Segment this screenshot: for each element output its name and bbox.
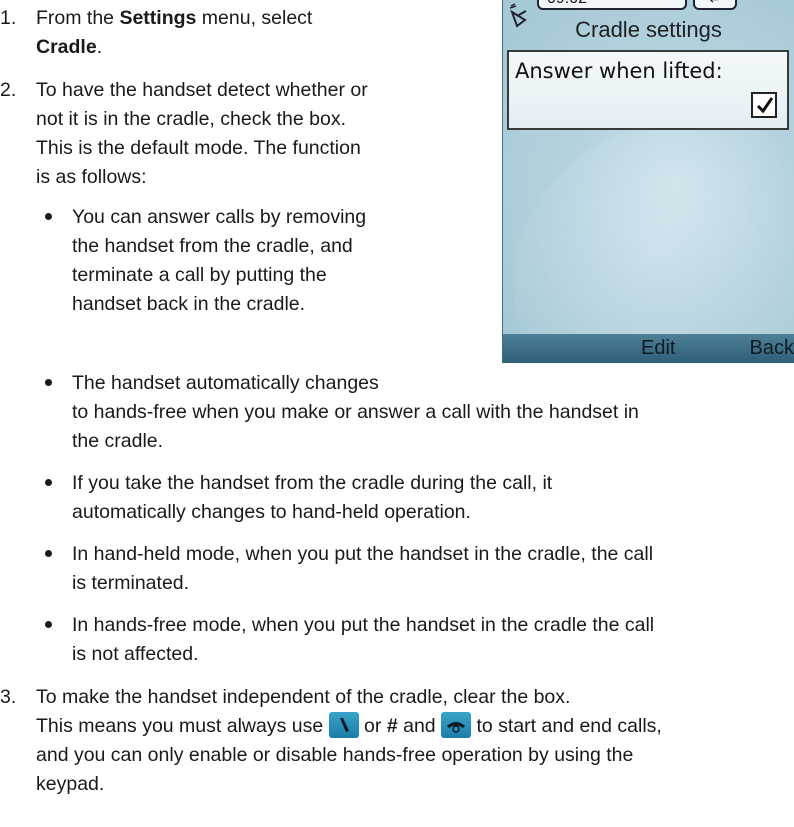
edit-softkey[interactable]: Edit [641,334,675,363]
screen-title: Cradle settings [575,17,722,42]
softkey-bar: Edit Back [503,334,794,363]
checkmark-icon [756,97,774,114]
bullet-icon [43,379,55,391]
bullet-icon [43,621,55,633]
return-icon: ↩ [693,0,737,10]
step-number: 1. [0,7,17,29]
bullet-icon [43,479,55,491]
off-hook-key-icon [328,711,359,738]
step-line: not it is in the cradle, check the box. [36,108,347,130]
step-number: 2. [0,79,17,101]
bullet-icon [43,213,55,225]
step-line: To make the handset independent of the c… [36,686,571,708]
top-field: 09:02 [537,0,687,10]
bullet-icon [43,550,55,562]
handset-screen: 09:02 ↩ Cradle settings Answer when lift… [502,0,794,363]
step-line: is as follows: [36,166,147,188]
step-line: keypad. [36,773,105,795]
step-line: To have the handset detect whether or [36,79,368,101]
step-line: This is the default mode. The function [36,137,361,159]
step-number: 3. [0,686,17,708]
menu-item-name: Cradle [36,36,97,58]
answer-when-lifted-checkbox[interactable] [751,92,777,118]
step-line: This means you must always use or # and … [36,711,662,741]
back-softkey[interactable]: Back [750,334,794,363]
step-line: and you can only enable or disable hands… [36,744,634,766]
step-text: From the Settings menu, select [36,7,313,29]
globe-background [513,120,794,363]
menu-name: Settings [119,7,197,29]
on-hook-key-icon [441,711,472,738]
field-label: Answer when lifted: [515,59,723,83]
answer-when-lifted-field[interactable]: Answer when lifted: [507,50,789,130]
